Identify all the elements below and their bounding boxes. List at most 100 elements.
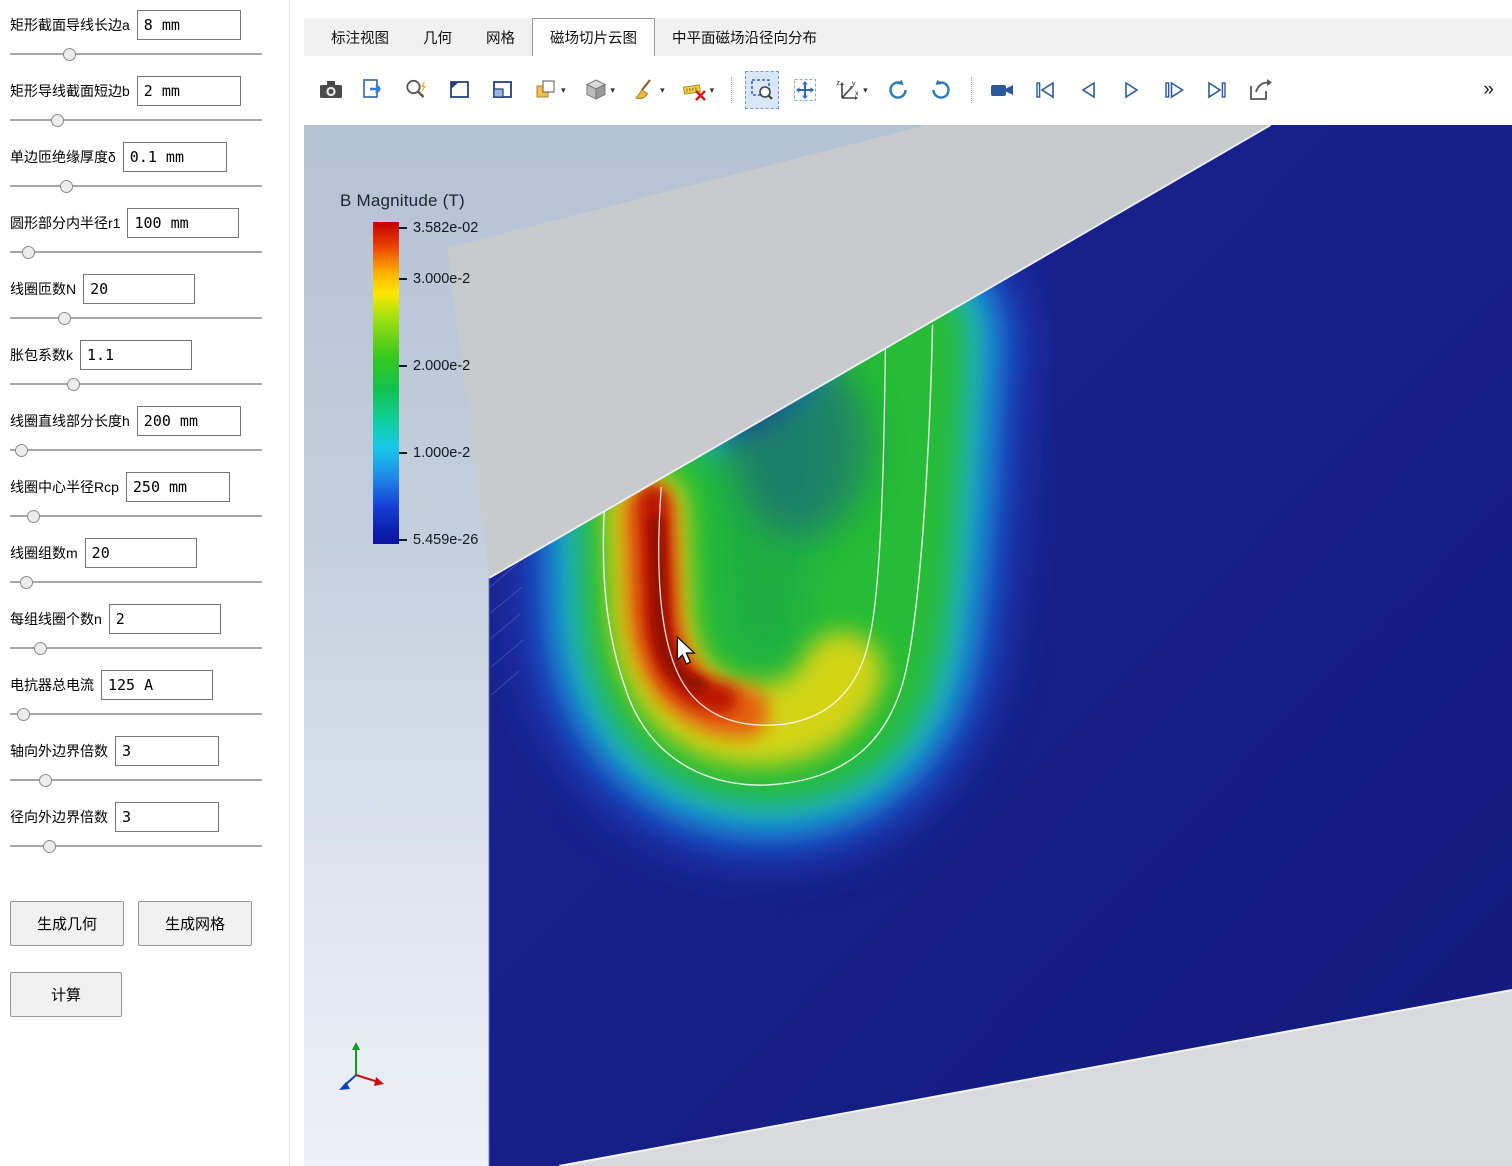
param-row: 圆形部分内半径r1 <box>10 208 281 259</box>
compute-button[interactable]: 计算 <box>10 972 122 1017</box>
generate-mesh-button[interactable]: 生成网格 <box>138 901 252 946</box>
tick-mark <box>399 539 407 541</box>
param-row: 每组线圈个数n <box>10 604 281 655</box>
tab-midplane-radial-distribution[interactable]: 中平面磁场沿径向分布 <box>655 18 834 56</box>
tick-label-max: 3.582e-02 <box>413 220 478 236</box>
tab-mesh[interactable]: 网格 <box>469 18 532 56</box>
pan-button[interactable] <box>788 71 822 109</box>
last-frame-button[interactable] <box>1200 71 1234 109</box>
axes-button[interactable]: zyx▾ <box>831 71 872 109</box>
play-button[interactable] <box>1114 71 1148 109</box>
param-row: 轴向外边界倍数 <box>10 736 281 787</box>
split-view-button[interactable] <box>486 71 520 109</box>
input-Rcp[interactable] <box>126 472 230 502</box>
render-viewport[interactable]: B Magnitude (T) 3.582e-02 3.000e-2 2.000… <box>304 125 1512 1166</box>
skip-to-start-icon <box>1032 77 1058 103</box>
tab-field-slice-contour[interactable]: 磁场切片云图 <box>532 18 655 56</box>
parameter-sidebar: 矩形截面导线长边a 矩形导线截面短边b 单边匝绝缘厚度δ 圆形部分内半径r1 <box>0 0 290 1166</box>
play-icon <box>1118 77 1144 103</box>
tick-mark <box>399 365 407 367</box>
slider-m[interactable] <box>10 575 262 589</box>
slider-a[interactable] <box>10 47 262 61</box>
param-row: 矩形导线截面短边b <box>10 76 281 127</box>
rotate-counterclockwise-icon <box>928 77 954 103</box>
ruler-delete-icon <box>682 77 708 103</box>
generate-geometry-button[interactable]: 生成几何 <box>10 901 124 946</box>
input-radial-mult[interactable] <box>115 802 219 832</box>
param-row: 径向外边界倍数 <box>10 802 281 853</box>
input-delta[interactable] <box>123 142 227 172</box>
pan-arrows-icon <box>792 77 818 103</box>
split-window-icon <box>490 77 516 103</box>
slider-axial-mult[interactable] <box>10 773 262 787</box>
export-image-button[interactable] <box>357 71 391 109</box>
slider-Rcp[interactable] <box>10 509 262 523</box>
input-n[interactable] <box>109 604 221 634</box>
representation-button[interactable]: ▾ <box>579 71 620 109</box>
tick-label-3e-2: 3.000e-2 <box>413 271 470 287</box>
tick-label-2e-2: 2.000e-2 <box>413 358 470 374</box>
input-k[interactable] <box>80 340 192 370</box>
param-row: 线圈组数m <box>10 538 281 589</box>
slider-b[interactable] <box>10 113 262 127</box>
screenshot-button[interactable] <box>314 71 348 109</box>
input-h[interactable] <box>137 406 241 436</box>
dropdown-caret-icon: ▾ <box>660 85 665 96</box>
param-row: 胀包系数k <box>10 340 281 391</box>
tick-label-min: 5.459e-26 <box>413 532 478 548</box>
cube-icon <box>583 77 609 103</box>
tab-geometry[interactable]: 几何 <box>406 18 469 56</box>
tick-mark <box>399 227 407 229</box>
rotate-ccw-button[interactable] <box>924 71 958 109</box>
step-back-icon <box>1075 77 1101 103</box>
input-N[interactable] <box>83 274 195 304</box>
input-axial-mult[interactable] <box>115 736 219 766</box>
broom-icon <box>632 77 658 103</box>
param-row: 线圈直线部分长度h <box>10 406 281 457</box>
window-corner-icon <box>447 77 473 103</box>
param-label-Rcp: 线圈中心半径Rcp <box>10 477 119 497</box>
slider-k[interactable] <box>10 377 262 391</box>
dropdown-caret-icon: ▾ <box>863 85 868 96</box>
slider-delta[interactable] <box>10 179 262 193</box>
slider-current[interactable] <box>10 707 262 721</box>
tab-bar: 标注视图 几何 网格 磁场切片云图 中平面磁场沿径向分布 <box>304 18 1512 56</box>
toolbar-overflow[interactable]: » <box>1483 79 1502 101</box>
param-label-N: 线圈匝数N <box>10 279 76 299</box>
copy-display-button[interactable]: ▾ <box>529 71 570 109</box>
toolbar-separator <box>971 77 972 103</box>
param-label-r1: 圆形部分内半径r1 <box>10 213 120 233</box>
param-label-delta: 单边匝绝缘厚度δ <box>10 147 116 167</box>
slider-r1[interactable] <box>10 245 262 259</box>
clean-button[interactable]: ▾ <box>628 71 669 109</box>
slider-radial-mult[interactable] <box>10 839 262 853</box>
colorbar <box>373 222 399 544</box>
input-b[interactable] <box>137 76 241 106</box>
param-label-current: 电抗器总电流 <box>10 675 94 695</box>
zoom-region-icon <box>749 77 775 103</box>
param-row: 线圈匝数N <box>10 274 281 325</box>
dropdown-caret-icon: ▾ <box>710 85 715 96</box>
input-a[interactable] <box>137 10 241 40</box>
record-video-button[interactable] <box>985 71 1019 109</box>
tab-annotated-view[interactable]: 标注视图 <box>314 18 406 56</box>
input-r1[interactable] <box>127 208 239 238</box>
prev-frame-button[interactable] <box>1071 71 1105 109</box>
input-m[interactable] <box>85 538 197 568</box>
magnifier-spark-icon <box>404 77 430 103</box>
zoom-probe-button[interactable] <box>400 71 434 109</box>
delete-measure-button[interactable]: ▾ <box>678 71 719 109</box>
next-frame-button[interactable] <box>1157 71 1191 109</box>
input-current[interactable] <box>101 670 213 700</box>
rotate-cw-button[interactable] <box>881 71 915 109</box>
app-window: 矩形截面导线长边a 矩形导线截面短边b 单边匝绝缘厚度δ 圆形部分内半径r1 <box>0 0 1512 1166</box>
svg-text:z: z <box>837 80 841 87</box>
new-window-button[interactable] <box>443 71 477 109</box>
export-scene-button[interactable] <box>1243 71 1277 109</box>
slider-h[interactable] <box>10 443 262 457</box>
param-label-axial-mult: 轴向外边界倍数 <box>10 741 108 761</box>
slider-n[interactable] <box>10 641 262 655</box>
first-frame-button[interactable] <box>1028 71 1062 109</box>
slider-N[interactable] <box>10 311 262 325</box>
zoom-box-button[interactable] <box>745 71 779 109</box>
